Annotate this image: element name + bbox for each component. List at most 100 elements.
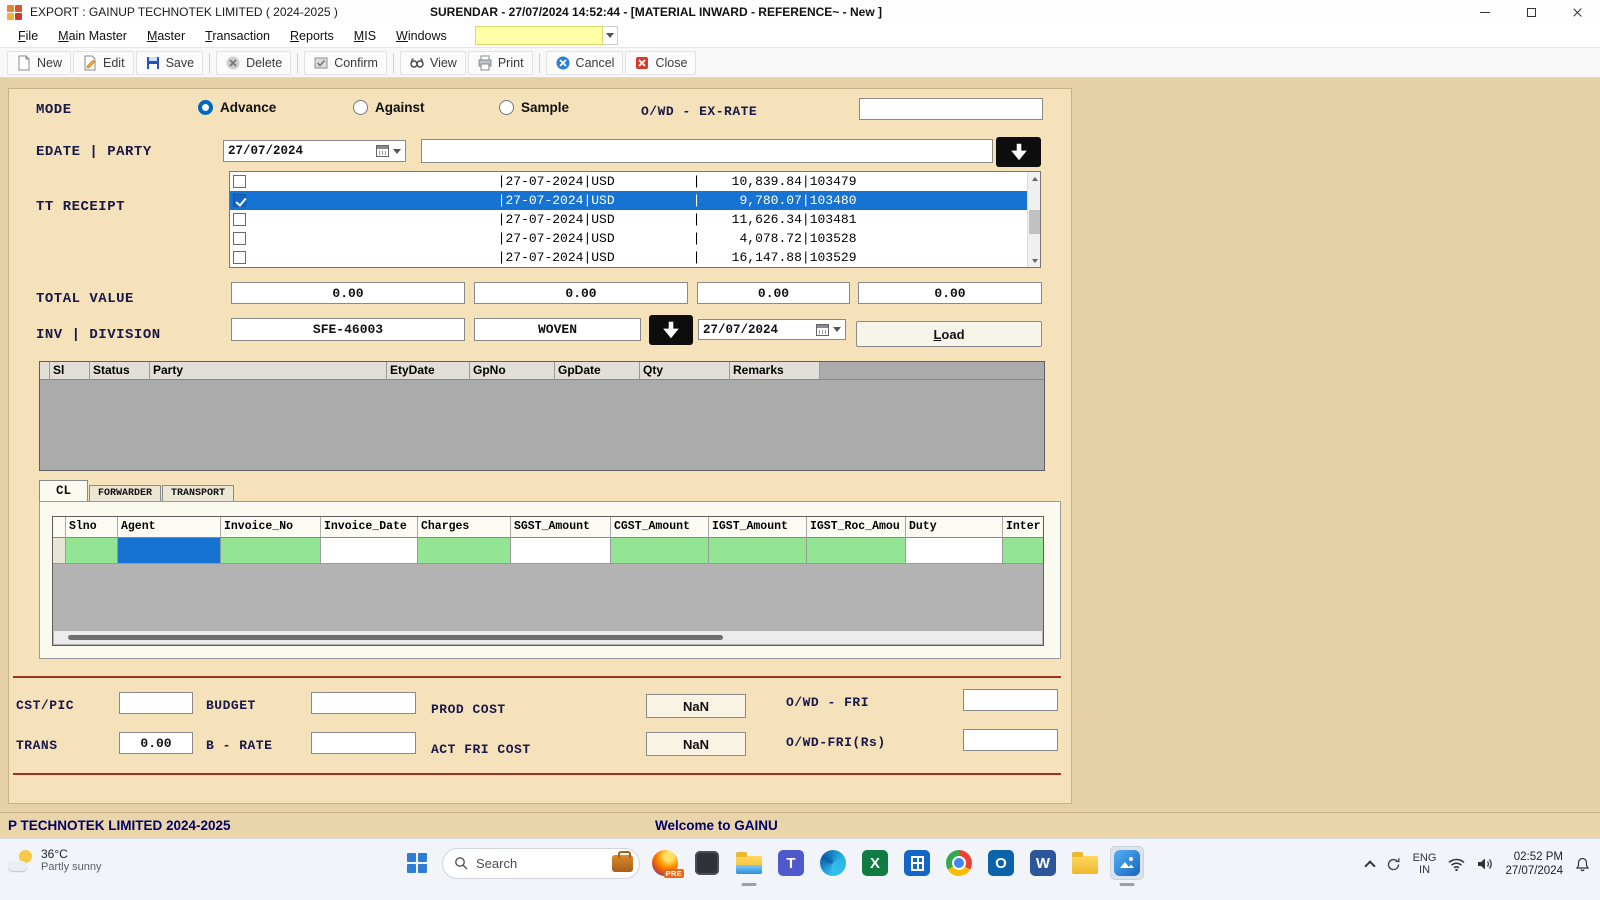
radio-icon[interactable]	[353, 100, 368, 115]
menu-file[interactable]: File	[8, 29, 48, 43]
maximize-button[interactable]	[1508, 0, 1554, 24]
confirm-button[interactable]: Confirm	[304, 51, 387, 75]
cancel-button[interactable]: Cancel	[546, 51, 624, 75]
menu-master[interactable]: Master	[137, 29, 195, 43]
total-value-2[interactable]: 0.00	[474, 282, 688, 304]
firefox-pre-icon[interactable]: PRE	[648, 846, 682, 880]
photos-icon[interactable]	[1110, 846, 1144, 880]
inv-date-input[interactable]: 27/07/2024	[698, 319, 846, 340]
wifi-icon[interactable]	[1448, 858, 1465, 871]
delete-button[interactable]: Delete	[216, 51, 291, 75]
menu-windows[interactable]: Windows	[386, 29, 457, 43]
clock-widget[interactable]: 02:52 PM 27/07/2024	[1505, 850, 1563, 878]
chevron-down-icon[interactable]	[393, 149, 401, 154]
owd-fri-input[interactable]	[963, 689, 1058, 711]
tt-row-checkbox[interactable]	[233, 232, 246, 245]
edge-icon[interactable]	[816, 846, 850, 880]
grid2-cell-duty[interactable]	[906, 538, 1003, 564]
tt-row-checkbox[interactable]	[233, 213, 246, 226]
b-rate-input[interactable]	[311, 732, 416, 754]
menu-reports[interactable]: Reports	[280, 29, 344, 43]
notification-bell-icon[interactable]	[1575, 857, 1590, 872]
menu-mis[interactable]: MIS	[344, 29, 386, 43]
save-button[interactable]: Save	[136, 51, 204, 75]
menu-main-master[interactable]: Main Master	[48, 29, 137, 43]
grid2-cell-slno[interactable]	[66, 538, 118, 564]
party-fetch-button[interactable]	[996, 137, 1041, 167]
total-value-4[interactable]: 0.00	[858, 282, 1042, 304]
scrollbar-thumb[interactable]	[1029, 210, 1040, 234]
dark-app-icon[interactable]	[690, 846, 724, 880]
minimize-button[interactable]	[1462, 0, 1508, 24]
folder-icon[interactable]	[1068, 846, 1102, 880]
grid2-cell-agent[interactable]	[118, 538, 221, 564]
tt-row-checkbox[interactable]	[233, 251, 246, 264]
grid2-cell-cgst_amount[interactable]	[611, 538, 709, 564]
total-value-1[interactable]: 0.00	[231, 282, 465, 304]
trans-input[interactable]: 0.00	[119, 732, 193, 754]
charges-grid-hscrollbar[interactable]	[54, 631, 1042, 644]
grid2-cell-sgst_amount[interactable]	[511, 538, 611, 564]
view-button[interactable]: View	[400, 51, 466, 75]
exrate-input[interactable]	[859, 98, 1043, 120]
division-fetch-button[interactable]	[649, 315, 693, 345]
excel-icon[interactable]: X	[858, 846, 892, 880]
tab-forwarder[interactable]: FORWARDER	[89, 485, 161, 501]
combo-dropdown-button[interactable]	[603, 26, 618, 45]
tt-receipt-row[interactable]: |27-07-2024|USD | 16,147.88|103529	[230, 248, 1027, 267]
owd-fri-rs-input[interactable]	[963, 729, 1058, 751]
calendar-icon[interactable]	[816, 324, 829, 336]
volume-icon[interactable]	[1477, 857, 1493, 871]
radio-icon[interactable]	[499, 100, 514, 115]
budget-input[interactable]	[311, 692, 416, 714]
tt-row-checkbox[interactable]	[233, 194, 246, 207]
close-button[interactable]	[1554, 0, 1600, 24]
outlook-icon[interactable]: O	[984, 846, 1018, 880]
taskbar-search[interactable]: Search	[442, 848, 640, 879]
invoice-no-input[interactable]: SFE-46003	[231, 318, 465, 341]
tt-receipt-row[interactable]: |27-07-2024|USD | 11,626.34|103481	[230, 210, 1027, 229]
grid2-cell-igst_amount[interactable]	[709, 538, 807, 564]
cst-pic-input[interactable]	[119, 692, 193, 714]
file-explorer-icon[interactable]	[732, 846, 766, 880]
start-button[interactable]	[400, 846, 434, 880]
tt-listbox-scrollbar[interactable]	[1027, 172, 1040, 267]
party-input[interactable]	[421, 139, 993, 163]
language-indicator[interactable]: ENG IN	[1413, 852, 1437, 876]
division-input[interactable]: WOVEN	[474, 318, 641, 341]
grid2-cell-invoice_no[interactable]	[221, 538, 321, 564]
grid2-cell-igst_roc_amou[interactable]	[807, 538, 906, 564]
word-icon[interactable]: W	[1026, 846, 1060, 880]
tt-row-checkbox[interactable]	[233, 175, 246, 188]
print-button[interactable]: Print	[468, 51, 533, 75]
tab-transport[interactable]: TRANSPORT	[162, 485, 234, 501]
teams-icon[interactable]: T	[774, 846, 808, 880]
mode-radio-sample[interactable]: Sample	[499, 100, 569, 115]
tray-chevron-up-icon[interactable]	[1364, 860, 1375, 871]
tt-receipt-row[interactable]: |27-07-2024|USD | 9,780.07|103480	[230, 191, 1027, 210]
sync-icon[interactable]	[1386, 857, 1401, 872]
edit-button[interactable]: Edit	[73, 51, 134, 75]
close-button[interactable]: Close	[625, 51, 696, 75]
tt-receipt-row[interactable]: |27-07-2024|USD | 10,839.84|103479	[230, 172, 1027, 191]
scroll-down-icon[interactable]	[1028, 254, 1041, 267]
quick-search-combo[interactable]	[475, 26, 618, 45]
chrome-icon[interactable]	[942, 846, 976, 880]
radio-icon[interactable]	[198, 100, 213, 115]
new-button[interactable]: New	[7, 51, 71, 75]
edate-input[interactable]: 27/07/2024	[223, 140, 406, 162]
load-button[interactable]: Load	[856, 321, 1042, 347]
tt-receipt-row[interactable]: |27-07-2024|USD | 4,078.72|103528	[230, 229, 1027, 248]
tab-cl[interactable]: CL	[39, 480, 88, 501]
calculator-icon[interactable]	[900, 846, 934, 880]
grid2-cell-inter[interactable]	[1003, 538, 1044, 564]
chevron-down-icon[interactable]	[833, 327, 841, 332]
weather-widget[interactable]: 36°C Partly sunny	[8, 847, 102, 874]
scroll-up-icon[interactable]	[1028, 172, 1041, 185]
mode-radio-advance[interactable]: Advance	[198, 100, 276, 115]
grid2-cell-charges[interactable]	[418, 538, 511, 564]
total-value-3[interactable]: 0.00	[697, 282, 850, 304]
scrollbar-thumb[interactable]	[68, 635, 723, 640]
combo-field[interactable]	[475, 26, 603, 45]
menu-transaction[interactable]: Transaction	[195, 29, 280, 43]
